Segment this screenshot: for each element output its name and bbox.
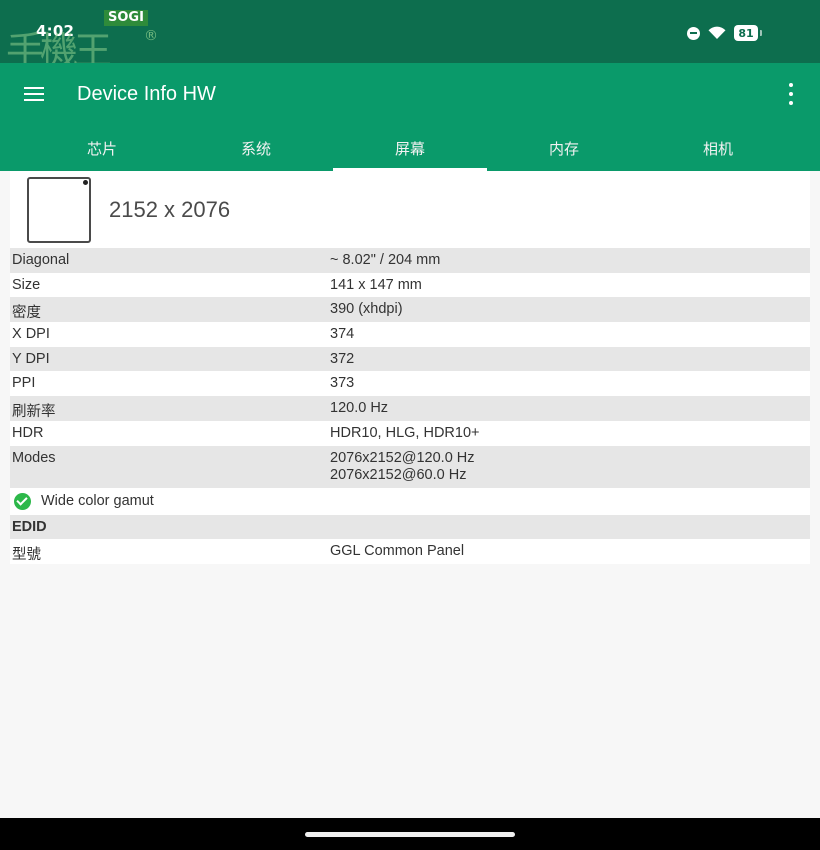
row-value: HDR10, HLG, HDR10+ (330, 424, 480, 441)
tablet-screen-icon (27, 177, 91, 243)
info-row-ydpi: Y DPI 372 (10, 346, 810, 372)
info-row-size: Size 141 x 147 mm (10, 273, 810, 298)
section-header-edid: EDID (10, 514, 810, 540)
row-label: 刷新率 (12, 403, 56, 420)
row-label: Size (12, 276, 41, 293)
info-row-ppi: PPI 373 (10, 371, 810, 396)
screen-info-panel: 2152 x 2076 Diagonal ~ 8.02" / 204 mm Si… (10, 171, 810, 565)
info-row-model: 型號 GGL Common Panel (10, 539, 810, 564)
row-value: 390 (xhdpi) (330, 301, 403, 318)
do-not-disturb-icon (687, 26, 700, 40)
screen-header: 2152 x 2076 (10, 171, 810, 248)
mode-value: 2076x2152@60.0 Hz (330, 466, 467, 483)
tab-bar: 芯片 系统 屏幕 内存 相机 (25, 129, 795, 171)
screen-resolution: 2152 x 2076 (109, 197, 231, 222)
tab-memory[interactable]: 内存 (487, 129, 641, 171)
battery-icon: 81 (734, 25, 762, 41)
info-row-hdr: HDR HDR10, HLG, HDR10+ (10, 421, 810, 446)
row-value: 374 (330, 326, 355, 343)
row-value: GGL Common Panel (330, 543, 465, 560)
info-row-modes: Modes 2076x2152@120.0 Hz 2076x2152@60.0 … (10, 445, 810, 488)
check-circle-icon (14, 492, 31, 510)
row-label: HDR (12, 424, 44, 441)
row-value: 120.0 Hz (330, 399, 389, 416)
info-row-density: 密度 390 (xhdpi) (10, 297, 810, 323)
more-vert-icon[interactable] (784, 83, 798, 105)
watermark-registered: ® (144, 28, 158, 44)
tab-screen[interactable]: 屏幕 (333, 129, 487, 171)
tab-system[interactable]: 系统 (179, 129, 333, 171)
tab-chip[interactable]: 芯片 (25, 129, 179, 171)
row-label: 密度 (12, 305, 41, 322)
row-value: 2076x2152@120.0 Hz 2076x2152@60.0 Hz (330, 450, 810, 484)
navigation-bar (0, 818, 820, 850)
app-title: Device Info HW (77, 83, 216, 105)
info-row-wide-color-gamut: Wide color gamut (10, 488, 810, 515)
mode-value: 2076x2152@120.0 Hz (330, 449, 475, 466)
row-value: 141 x 147 mm (330, 276, 422, 293)
tab-camera[interactable]: 相机 (641, 129, 795, 171)
row-label: 型號 (12, 547, 41, 564)
info-row-diagonal: Diagonal ~ 8.02" / 204 mm (10, 248, 810, 273)
row-value: 372 (330, 350, 355, 367)
row-value: 373 (330, 375, 355, 392)
status-icons: 81 (687, 24, 762, 42)
gesture-handle[interactable] (305, 832, 515, 837)
row-label: Wide color gamut (41, 493, 154, 510)
row-value: ~ 8.02" / 204 mm (330, 252, 441, 268)
watermark-badge: SOGI (104, 10, 148, 26)
info-row-refresh-rate: 刷新率 120.0 Hz (10, 395, 810, 421)
row-label: X DPI (12, 326, 50, 343)
app-bar: Device Info HW 芯片 系统 屏幕 内存 相机 (0, 63, 820, 171)
info-row-xdpi: X DPI 374 (10, 322, 810, 347)
row-label: PPI (12, 375, 36, 392)
hamburger-menu-icon[interactable] (24, 85, 46, 103)
wifi-icon (708, 26, 726, 39)
section-title: EDID (12, 518, 47, 535)
row-label: Y DPI (12, 350, 50, 367)
row-label: Modes (12, 449, 56, 466)
row-label: Diagonal (12, 252, 70, 268)
battery-level: 81 (738, 26, 754, 40)
